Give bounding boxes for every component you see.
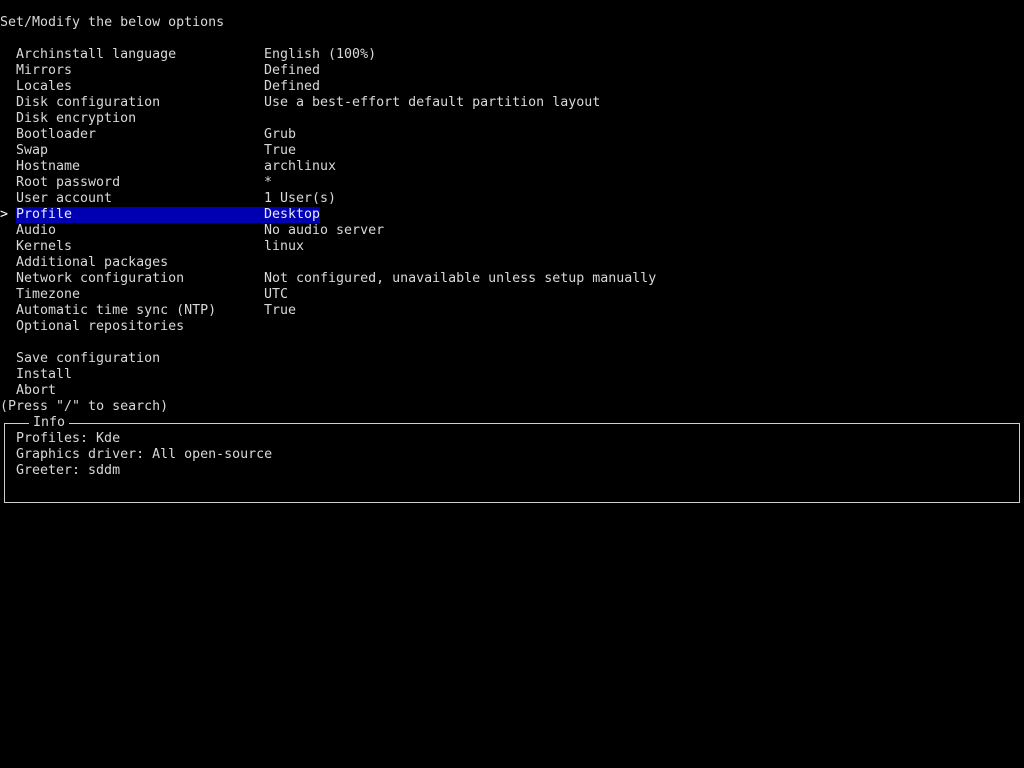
page-title: Set/Modify the below options [0, 15, 225, 30]
menu-item-label: Archinstall language [16, 47, 177, 62]
menu-item-profile[interactable]: > Profile Desktop [0, 207, 1024, 223]
menu-item-root-password[interactable]: Root password * [0, 175, 1024, 191]
menu-item-label: Audio [16, 223, 57, 238]
install-button[interactable]: Install [0, 367, 1024, 383]
menu-item-label: Locales [16, 79, 73, 94]
menu-item-value: * [264, 175, 273, 190]
menu-item-label: Bootloader [16, 127, 97, 142]
menu-item-mirrors[interactable]: Mirrors Defined [0, 63, 1024, 79]
menu-item-label: Disk encryption [16, 111, 137, 126]
menu-item-archinstall-language[interactable]: Archinstall language English (100%) [0, 47, 1024, 63]
menu-item-label: Mirrors [16, 63, 73, 78]
menu-item-value: Use a best-effort default partition layo… [264, 95, 601, 110]
menu-item-value: Not configured, unavailable unless setup… [264, 271, 657, 286]
menu-item-label: Profile [16, 207, 73, 222]
menu-item-label: Swap [16, 143, 49, 158]
menu-item-audio[interactable]: Audio No audio server [0, 223, 1024, 239]
save-configuration-button[interactable]: Save configuration [0, 351, 1024, 367]
menu-item-bootloader[interactable]: Bootloader Grub [0, 127, 1024, 143]
options-menu: Archinstall language English (100%) Mirr… [0, 47, 1024, 415]
menu-item-timezone[interactable]: Timezone UTC [0, 287, 1024, 303]
info-panel-content: Profiles: Kde Graphics driver: All open-… [16, 431, 272, 479]
info-line-greeter: Greeter: sddm [16, 463, 121, 478]
menu-item-value: linux [264, 239, 305, 254]
menu-item-kernels[interactable]: Kernels linux [0, 239, 1024, 255]
menu-item-network-configuration[interactable]: Network configuration Not configured, un… [0, 271, 1024, 287]
chevron-right-icon: > [0, 207, 9, 222]
info-line-profiles: Profiles: Kde [16, 431, 121, 446]
menu-item-optional-repositories[interactable]: Optional repositories [0, 319, 1024, 335]
menu-item-value: Grub [264, 127, 297, 142]
menu-item-value: True [264, 303, 297, 318]
menu-item-disk-encryption[interactable]: Disk encryption [0, 111, 1024, 127]
menu-item-value: No audio server [264, 223, 385, 238]
info-line-graphics-driver: Graphics driver: All open-source [16, 447, 273, 462]
menu-item-automatic-time-sync[interactable]: Automatic time sync (NTP) True [0, 303, 1024, 319]
menu-item-additional-packages[interactable]: Additional packages [0, 255, 1024, 271]
menu-item-label: Disk configuration [16, 95, 161, 110]
search-hint: (Press "/" to search) [0, 399, 169, 414]
info-panel-title: Info [29, 415, 70, 431]
menu-item-value: Desktop [264, 207, 321, 222]
menu-item-user-account[interactable]: User account 1 User(s) [0, 191, 1024, 207]
menu-item-swap[interactable]: Swap True [0, 143, 1024, 159]
menu-item-label: Additional packages [16, 255, 169, 270]
menu-item-label: User account [16, 191, 113, 206]
archinstall-screen: Set/Modify the below options Archinstall… [0, 15, 1024, 415]
menu-item-locales[interactable]: Locales Defined [0, 79, 1024, 95]
menu-item-label: Optional repositories [16, 319, 185, 334]
menu-item-label: Automatic time sync (NTP) [16, 303, 217, 318]
menu-item-label: Network configuration [16, 271, 185, 286]
menu-item-value: Defined [264, 63, 321, 78]
menu-item-value: 1 User(s) [264, 191, 337, 206]
menu-item-value: archlinux [264, 159, 337, 174]
info-panel: Info Profiles: Kde Graphics driver: All … [4, 415, 1020, 503]
menu-item-hostname[interactable]: Hostname archlinux [0, 159, 1024, 175]
menu-item-label: Hostname [16, 159, 81, 174]
menu-item-label: Kernels [16, 239, 73, 254]
menu-item-value: True [264, 143, 297, 158]
menu-item-value: UTC [264, 287, 289, 302]
menu-item-value: English (100%) [264, 47, 377, 62]
menu-item-value: Defined [264, 79, 321, 94]
menu-item-disk-configuration[interactable]: Disk configuration Use a best-effort def… [0, 95, 1024, 111]
menu-item-label: Root password [16, 175, 121, 190]
abort-button[interactable]: Abort [0, 383, 1024, 399]
menu-item-label: Timezone [16, 287, 81, 302]
